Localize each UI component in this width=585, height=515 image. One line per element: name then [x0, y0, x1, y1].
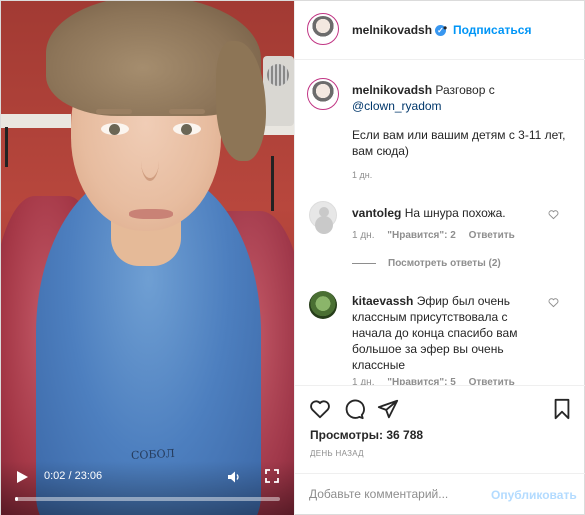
- publish-button[interactable]: Опубликовать: [491, 488, 577, 502]
- post-timestamp[interactable]: ДЕНЬ НАЗАД: [310, 449, 364, 458]
- time-display: 0:02 / 23:06: [44, 470, 103, 482]
- video-controls: 0:02 / 23:06: [1, 461, 294, 515]
- video-progress-fill: [15, 497, 19, 501]
- view-replies-button[interactable]: Посмотреть ответы (2): [352, 258, 501, 269]
- views-count[interactable]: Просмотры: 36 788: [310, 428, 423, 442]
- comment-username[interactable]: vantoleg: [352, 206, 401, 220]
- separator-dot: •: [443, 21, 448, 35]
- video-nose: [141, 141, 159, 181]
- save-button[interactable]: [551, 398, 573, 420]
- comment-icon: [345, 399, 365, 420]
- reply-button[interactable]: Ответить: [469, 230, 515, 241]
- comment-meta: 1 дн. "Нравится": 2 Ответить: [352, 230, 525, 241]
- comment-body: На шнура похожа.: [404, 206, 506, 220]
- fullscreen-icon: [265, 469, 279, 483]
- caption-time[interactable]: 1 дн.: [352, 170, 372, 180]
- comments-list[interactable]: melnikovadsh Разговор с @clown_ryadom Ес…: [295, 60, 585, 385]
- play-button[interactable]: [15, 470, 29, 484]
- post-actions: Просмотры: 36 788 ДЕНЬ НАЗАД: [295, 385, 585, 485]
- comment-meta: 1 дн. "Нравится": 5 Ответить: [352, 377, 525, 385]
- background-shelf: [1, 114, 71, 128]
- comment-avatar[interactable]: [309, 291, 337, 319]
- share-button[interactable]: [377, 398, 399, 420]
- follow-button[interactable]: Подписаться: [453, 23, 531, 37]
- background-bracket: [5, 127, 15, 167]
- volume-icon: [228, 471, 239, 483]
- comment-avatar[interactable]: [309, 201, 337, 229]
- caption-body: Если вам или вашим детям с 3-11 лет, вам…: [352, 128, 566, 158]
- video-brow: [169, 109, 205, 114]
- add-comment-bar: Опубликовать: [295, 473, 585, 515]
- video-player[interactable]: СОБОЛ 0:02 / 23:06: [1, 1, 294, 515]
- comment-username[interactable]: kitaevassh: [352, 294, 413, 308]
- fullscreen-button[interactable]: [265, 469, 279, 483]
- share-icon: [377, 399, 399, 419]
- video-eye: [173, 123, 201, 135]
- post-header: melnikovadsh ✓ • Подписаться: [295, 1, 585, 60]
- comment-time[interactable]: 1 дн.: [352, 230, 374, 241]
- caption-text: melnikovadsh Разговор с @clown_ryadom: [352, 82, 572, 114]
- comment-like-button[interactable]: [548, 209, 559, 220]
- comment-text: kitaevassh Эфир был очень классным прису…: [352, 293, 542, 373]
- video-progress-bar[interactable]: [15, 497, 280, 501]
- heart-icon: [548, 298, 559, 308]
- post-side-panel: melnikovadsh ✓ • Подписаться melnikovadsh…: [294, 1, 585, 515]
- video-mouth: [129, 209, 173, 219]
- reply-button[interactable]: Ответить: [469, 377, 515, 385]
- video-eye: [101, 123, 129, 135]
- video-brow: [96, 109, 132, 114]
- heart-icon: [548, 210, 559, 220]
- comment-likes[interactable]: "Нравится": 5: [387, 377, 456, 385]
- background-air-conditioner: [263, 56, 294, 126]
- shirt-print: СОБОЛ: [130, 446, 176, 463]
- heart-icon: [310, 400, 330, 419]
- comment-like-button[interactable]: [548, 297, 559, 308]
- background-bracket: [271, 156, 281, 211]
- comment-input[interactable]: [309, 487, 489, 501]
- play-icon: [17, 471, 28, 483]
- bookmark-icon: [554, 398, 570, 420]
- volume-button[interactable]: [227, 470, 241, 484]
- instagram-post-modal: СОБОЛ 0:02 / 23:06 melnikovadsh ✓ • Подп…: [0, 0, 585, 515]
- comment-text: vantoleg На шнура похожа.: [352, 206, 506, 220]
- avatar[interactable]: [307, 13, 339, 45]
- header-username[interactable]: melnikovadsh ✓: [352, 23, 447, 37]
- comment-button[interactable]: [343, 398, 365, 420]
- comment-time[interactable]: 1 дн.: [352, 377, 374, 385]
- like-button[interactable]: [309, 398, 331, 420]
- caption-lead: Разговор с: [435, 83, 495, 97]
- username-text[interactable]: melnikovadsh: [352, 23, 432, 37]
- caption-username[interactable]: melnikovadsh: [352, 83, 432, 97]
- comment-likes[interactable]: "Нравится": 2: [387, 230, 456, 241]
- caption-avatar[interactable]: [307, 78, 339, 110]
- caption-mention-link[interactable]: @clown_ryadom: [352, 99, 442, 113]
